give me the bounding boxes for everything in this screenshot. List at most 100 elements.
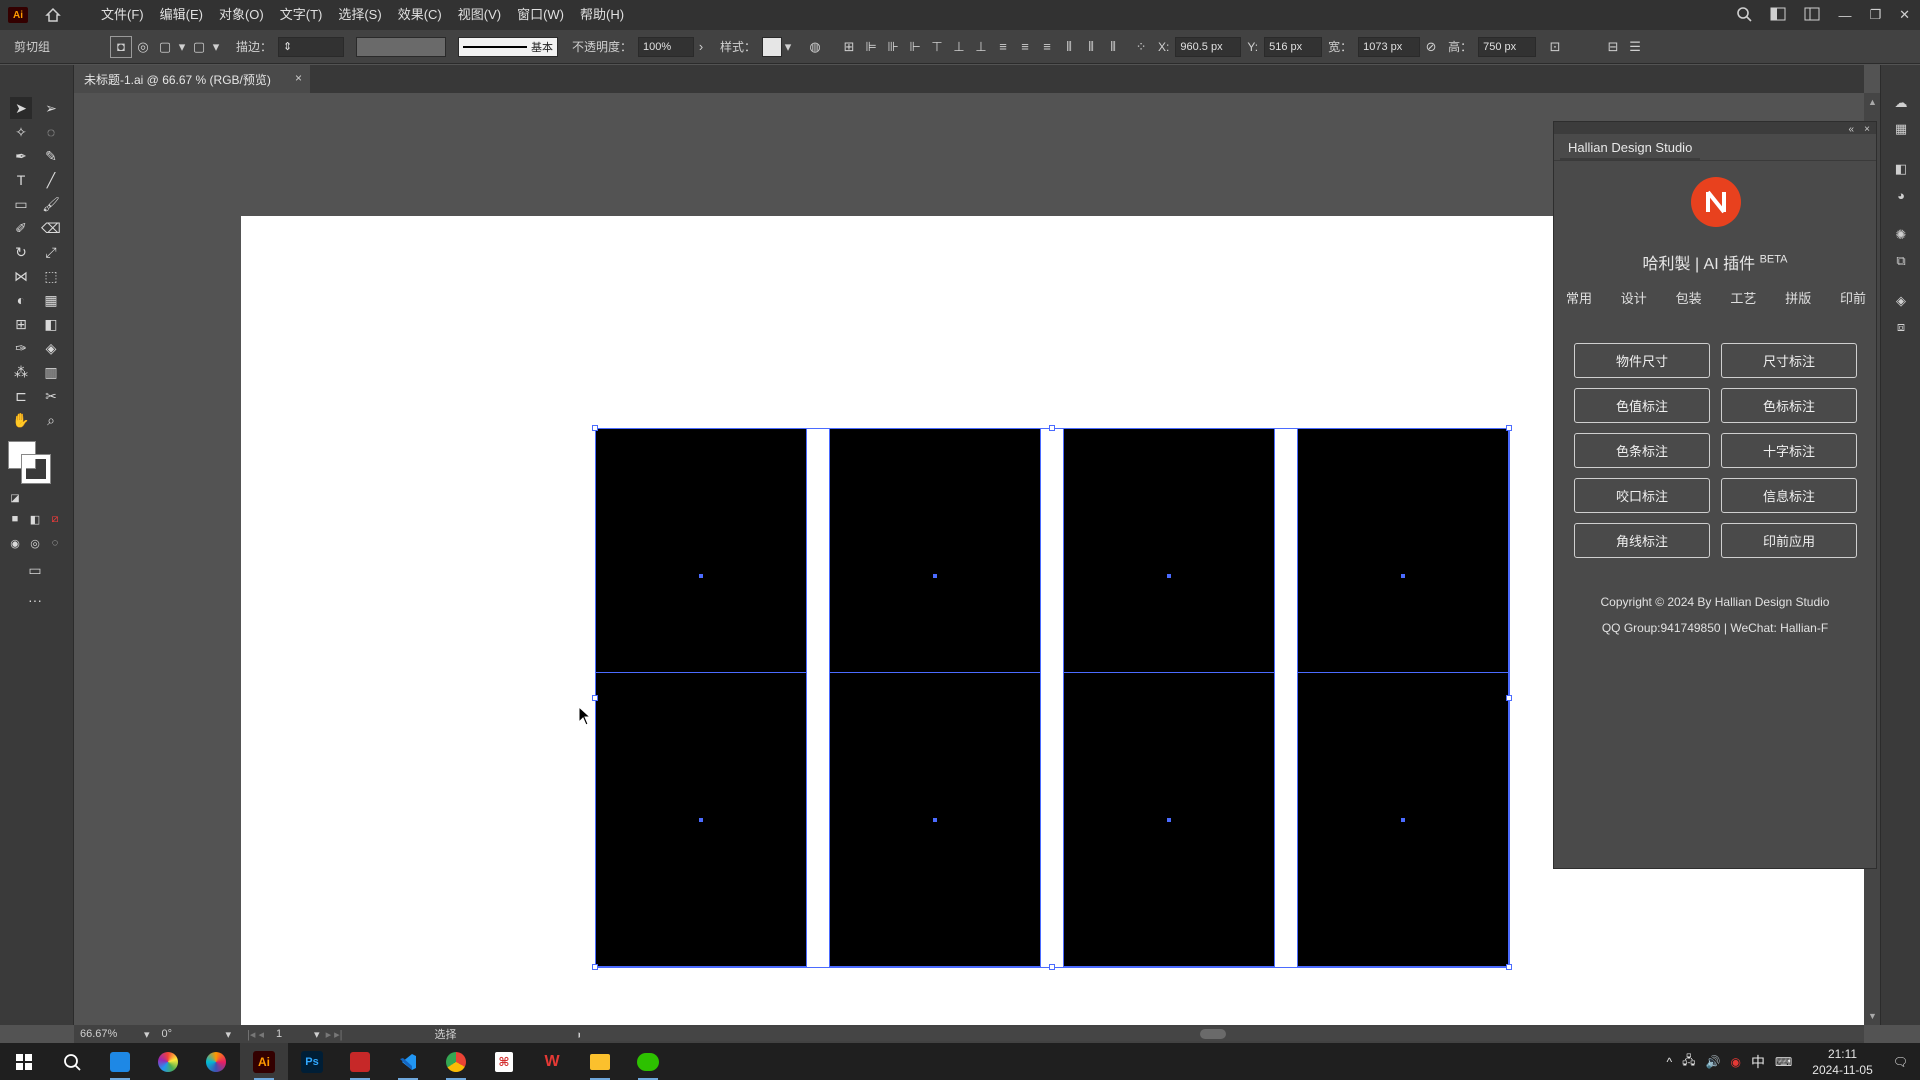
scroll-down-icon[interactable]: ▼	[1868, 1011, 1877, 1021]
workspace-icon[interactable]	[1770, 7, 1786, 24]
info-annotation-button[interactable]: 信息标注	[1721, 478, 1857, 513]
home-icon[interactable]	[42, 4, 64, 26]
color-swatch-annotation-button[interactable]: 色标标注	[1721, 388, 1857, 423]
transform-reference-icon[interactable]: ⁘	[1130, 36, 1152, 58]
close-tab-icon[interactable]: ×	[295, 71, 302, 85]
zoom-field[interactable]: 66.67%	[74, 1028, 144, 1040]
height-field[interactable]: 750 px	[1478, 36, 1537, 57]
menu-help[interactable]: 帮助(H)	[573, 0, 631, 30]
color-app-icon[interactable]	[144, 1043, 192, 1080]
edit-clipping-path-icon[interactable]: ◘	[110, 35, 132, 58]
chevron-down-icon[interactable]: ▾	[210, 36, 222, 58]
pdf-taskbar-icon[interactable]: ⌘	[480, 1043, 528, 1080]
artboard-number-field[interactable]: 1	[270, 1028, 314, 1040]
shaper-tool-icon[interactable]: ✐	[10, 217, 32, 239]
properties-icon[interactable]: ☰	[1624, 36, 1646, 58]
distribute-left-icon[interactable]: ⫴	[1058, 36, 1080, 58]
windows-start-icon[interactable]	[0, 1043, 48, 1080]
black-rectangle[interactable]	[595, 672, 807, 967]
curvature-tool-icon[interactable]: ✎	[40, 145, 62, 167]
close-panel-icon[interactable]: ×	[1864, 124, 1870, 135]
mesh-tool-icon[interactable]: ⊞	[10, 313, 32, 335]
align-top-icon[interactable]: ⊤	[926, 36, 948, 58]
color-panel-icon[interactable]: ◕	[1891, 185, 1911, 205]
menu-effect[interactable]: 效果(C)	[391, 0, 449, 30]
x-field[interactable]: 960.5 px	[1175, 36, 1242, 57]
illustrator-taskbar-icon[interactable]: Ai	[240, 1043, 288, 1080]
horizontal-scrollbar[interactable]	[580, 1027, 1864, 1041]
opacity-field[interactable]: 100%	[638, 36, 695, 57]
stroke-weight-field[interactable]: ⇕	[278, 36, 345, 57]
draw-inside-icon[interactable]: ◌	[44, 532, 66, 554]
distribute-right-icon[interactable]: ⫴	[1102, 36, 1124, 58]
rotate-tool-icon[interactable]: ↻	[10, 241, 32, 263]
search-icon[interactable]	[1736, 6, 1753, 25]
dimension-annotation-button[interactable]: 尺寸标注	[1721, 343, 1857, 378]
distribute-center-icon[interactable]: ≡	[1014, 36, 1036, 58]
constrain-proportions-icon[interactable]: ⊘	[1420, 36, 1442, 58]
libraries-panel-icon[interactable]: ☁	[1891, 93, 1911, 113]
recolor-artwork-icon[interactable]: ◍	[804, 36, 826, 58]
nav-packaging[interactable]: 包装	[1676, 288, 1702, 307]
shape-builder-tool-icon[interactable]: ◐	[10, 289, 32, 311]
zoom-tool-icon[interactable]: ⌕	[40, 409, 62, 431]
brush-definition-field[interactable]: 基本	[458, 36, 559, 57]
black-rectangle[interactable]	[1063, 672, 1275, 967]
lasso-tool-icon[interactable]: ◌	[40, 121, 62, 143]
transform-icon[interactable]: ⊡	[1544, 36, 1566, 58]
color-value-annotation-button[interactable]: 色值标注	[1574, 388, 1710, 423]
ime-mode-icon[interactable]: ⌨	[1775, 1055, 1792, 1069]
type-tool-icon[interactable]: T	[10, 169, 32, 191]
nav-design[interactable]: 设计	[1621, 288, 1647, 307]
paintbrush-tool-icon[interactable]: 🖌	[40, 193, 62, 215]
hand-tool-icon[interactable]: ✋	[10, 409, 32, 431]
scale-tool-icon[interactable]: ⤢	[40, 241, 62, 263]
minimize-icon[interactable]: —	[1838, 8, 1851, 23]
plugin-tab-title[interactable]: Hallian Design Studio	[1560, 136, 1701, 160]
draw-normal-icon[interactable]: ◉	[4, 532, 26, 554]
more-tools-icon[interactable]: ···	[24, 589, 46, 611]
graphic-style-swatch[interactable]	[762, 36, 783, 57]
stroke-swatch[interactable]	[21, 454, 51, 484]
fill-swatch-icon[interactable]: ▢	[154, 36, 176, 58]
none-mode-icon[interactable]: ⧄	[44, 508, 66, 530]
pathfinder-panel-icon[interactable]: ⧈	[1891, 317, 1911, 337]
chevron-right-icon[interactable]: ›	[694, 36, 708, 58]
slice-tool-icon[interactable]: ✂	[40, 385, 62, 407]
prepress-apply-button[interactable]: 印前应用	[1721, 523, 1857, 558]
maximize-icon[interactable]: ❐	[1869, 7, 1881, 23]
search-icon[interactable]	[48, 1043, 96, 1080]
volume-icon[interactable]: 🔊	[1706, 1055, 1721, 1069]
record-icon[interactable]: ◉	[1730, 1055, 1740, 1069]
chevron-down-icon[interactable]: ▾	[226, 1028, 232, 1041]
resize-handle[interactable]	[592, 425, 598, 431]
gradient-tool-icon[interactable]: ◧	[40, 313, 62, 335]
resize-handle[interactable]	[1506, 695, 1512, 701]
eraser-tool-icon[interactable]: ⌫	[40, 217, 62, 239]
distribute-hcenter-icon[interactable]: ⫴	[1080, 36, 1102, 58]
perspective-grid-tool-icon[interactable]: ▦	[40, 289, 62, 311]
default-colors-icon[interactable]: ◪	[4, 487, 26, 509]
layers-panel-icon[interactable]: ◈	[1891, 291, 1911, 311]
crop-marks-button[interactable]: 角线标注	[1574, 523, 1710, 558]
vscode-taskbar-icon[interactable]	[384, 1043, 432, 1080]
wps-taskbar-icon[interactable]: W	[528, 1043, 576, 1080]
fill-stroke-widget[interactable]	[8, 441, 58, 489]
free-transform-tool-icon[interactable]: ⬚	[40, 265, 62, 287]
menu-type[interactable]: 文字(T)	[273, 0, 330, 30]
y-field[interactable]: 516 px	[1264, 36, 1323, 57]
arrange-icon[interactable]	[1804, 7, 1820, 24]
align-bottom-icon[interactable]: ⊥	[970, 36, 992, 58]
resize-handle[interactable]	[1049, 964, 1055, 970]
object-size-button[interactable]: 物件尺寸	[1574, 343, 1710, 378]
app-icon-red[interactable]	[336, 1043, 384, 1080]
black-rectangle[interactable]	[829, 672, 1041, 967]
gradient-panel-icon[interactable]: ◧	[1891, 159, 1911, 179]
menu-window[interactable]: 窗口(W)	[510, 0, 571, 30]
notification-icon[interactable]: 🗨	[1893, 1055, 1908, 1069]
chevron-down-icon[interactable]: ▾	[176, 36, 188, 58]
nav-prepress[interactable]: 印前	[1840, 288, 1866, 307]
align-right-icon[interactable]: ⊩	[904, 36, 926, 58]
align-center-h-icon[interactable]: ⊪	[882, 36, 904, 58]
align-middle-v-icon[interactable]: ⊥	[948, 36, 970, 58]
